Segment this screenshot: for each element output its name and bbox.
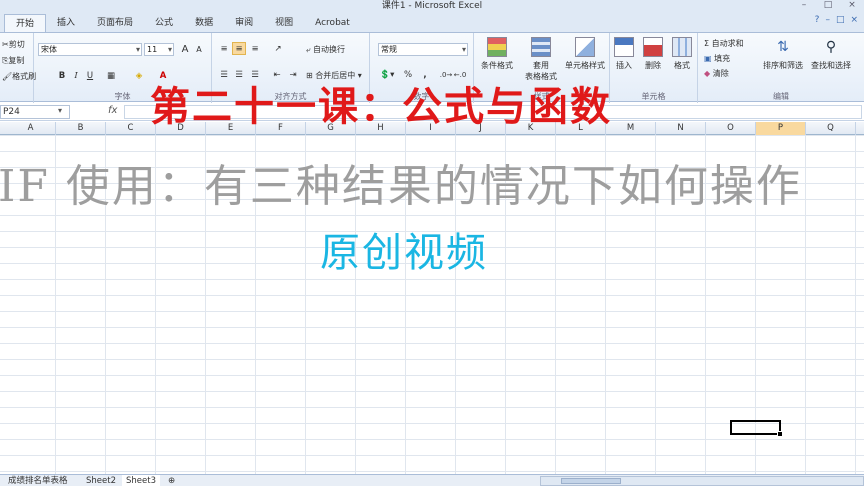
delete-cells-button[interactable]: 删除 (639, 37, 667, 95)
column-header-m[interactable]: M (606, 122, 656, 135)
overlay-tag: 原创视频 (320, 230, 488, 276)
minimize-button[interactable]: – (792, 0, 816, 12)
title-bar: 课件1 - Microsoft Excel – □ × (0, 0, 864, 12)
align-middle-icon[interactable]: ≡ (232, 42, 246, 55)
fill-down-icon: ▣ (704, 54, 712, 63)
column-header-c[interactable]: C (106, 122, 156, 135)
ribbon-minimize-button[interactable]: – (825, 15, 830, 25)
help-controls: ? – □ × (815, 15, 858, 25)
maximize-button[interactable]: □ (816, 0, 840, 12)
overlay-subtitle: IF 使用：有三种结果的情况下如何操作 (0, 161, 802, 212)
editing-group: Σ 自动求和 ▣ 填充 ◆ 清除 ⇅ 排序和筛选 ⚲ 查找和选择 编辑 (698, 33, 864, 103)
help-icon[interactable]: ? (815, 15, 820, 25)
table-icon (531, 37, 551, 57)
cells-group-label: 单元格 (641, 92, 666, 101)
insert-cells-icon (614, 37, 634, 57)
bold-button[interactable]: B (56, 69, 68, 82)
tab-page-layout[interactable]: 页面布局 (86, 14, 144, 32)
grid-line (855, 135, 856, 474)
insert-function-button[interactable]: fx (108, 105, 117, 116)
column-header-p[interactable]: P (756, 122, 806, 135)
sort-filter-button[interactable]: ⇅ 排序和筛选 (760, 37, 806, 95)
sort-filter-icon: ⇅ (777, 39, 789, 55)
ribbon-restore-button[interactable]: □ (836, 15, 845, 25)
fill-button[interactable]: ▣ 填充 (704, 53, 730, 64)
ribbon-close-button[interactable]: × (850, 15, 858, 25)
format-cells-icon (672, 37, 692, 57)
font-name-combo[interactable]: 宋体 (38, 43, 142, 56)
autosum-button[interactable]: Σ 自动求和 (704, 38, 744, 49)
column-header-n[interactable]: N (656, 122, 706, 135)
grow-font-button[interactable]: A (179, 42, 191, 56)
cells-group: 插入 删除 格式 单元格 (610, 33, 698, 103)
find-select-button[interactable]: ⚲ 查找和选择 (808, 37, 854, 95)
tab-acrobat[interactable]: Acrobat (304, 14, 361, 32)
borders-icon[interactable]: ▦ (104, 69, 118, 82)
column-header-a[interactable]: A (6, 122, 56, 135)
underline-button[interactable]: U (84, 69, 96, 82)
tab-review[interactable]: 审阅 (224, 14, 264, 32)
close-button[interactable]: × (840, 0, 864, 12)
sheet-tab-grades[interactable]: 成绩排名单表格 (4, 475, 72, 486)
cut-button[interactable]: ✂剪切 (2, 39, 25, 50)
clear-button[interactable]: ◆ 清除 (704, 68, 729, 79)
horizontal-scrollbar[interactable] (540, 476, 864, 486)
tab-formulas[interactable]: 公式 (144, 14, 184, 32)
cell-styles-icon (575, 37, 595, 57)
scissors-icon: ✂ (2, 40, 9, 49)
column-header-o[interactable]: O (706, 122, 756, 135)
grid-line (805, 135, 806, 474)
fill-color-icon[interactable]: ◈ (132, 69, 146, 82)
clipboard-group: ✂剪切 ⎘复制 🖌格式刷 (0, 33, 36, 103)
scrollbar-thumb[interactable] (561, 478, 621, 484)
excel-window: 课件1 - Microsoft Excel – □ × 开始 插入 页面布局 公… (0, 0, 864, 486)
align-top-icon[interactable]: ≡ (217, 42, 231, 55)
insert-sheet-icon[interactable]: ⊕ (164, 475, 179, 486)
binoculars-icon: ⚲ (825, 39, 837, 55)
format-cells-button[interactable]: 格式 (668, 37, 696, 95)
sheet-tab-bar: 成绩排名单表格 Sheet2 Sheet3 ⊕ (0, 474, 864, 486)
column-header-r[interactable]: R (856, 122, 864, 135)
delete-cells-icon (643, 37, 663, 57)
italic-button[interactable]: I (70, 69, 82, 82)
active-cell[interactable] (730, 420, 783, 437)
ribbon-tabs: 开始 插入 页面布局 公式 数据 审阅 视图 Acrobat ? – □ × (0, 12, 864, 32)
brush-icon: 🖌 (2, 72, 13, 81)
column-header-q[interactable]: Q (806, 122, 856, 135)
editing-group-label: 编辑 (773, 92, 789, 101)
orientation-icon[interactable]: ↗ (270, 42, 286, 55)
align-bottom-icon[interactable]: ≡ (248, 42, 262, 55)
wrap-text-button[interactable]: ⤶ 自动换行 (306, 44, 345, 55)
tab-view[interactable]: 视图 (264, 14, 304, 32)
conditional-format-icon (487, 37, 507, 57)
chevron-down-icon[interactable]: ▾ (58, 106, 62, 115)
tab-data[interactable]: 数据 (184, 14, 224, 32)
sheet-tab-sheet3[interactable]: Sheet3 (122, 475, 160, 486)
insert-cells-button[interactable]: 插入 (610, 37, 638, 95)
overlay-title: 第二十一课：公式与函数 (150, 83, 612, 130)
format-painter-button[interactable]: 🖌格式刷 (2, 71, 36, 82)
eraser-icon: ◆ (704, 69, 711, 78)
shrink-font-button[interactable]: A (193, 43, 205, 56)
window-controls: – □ × (792, 0, 864, 12)
copy-button[interactable]: ⎘复制 (2, 55, 24, 66)
column-header-b[interactable]: B (56, 122, 106, 135)
font-size-combo[interactable]: 11 (144, 43, 174, 56)
tab-home[interactable]: 开始 (4, 14, 47, 32)
sheet-tab-sheet2[interactable]: Sheet2 (82, 475, 120, 486)
wrap-icon: ⤶ (306, 45, 311, 54)
tab-insert[interactable]: 插入 (46, 14, 86, 32)
window-title: 课件1 - Microsoft Excel (381, 1, 483, 11)
number-format-combo[interactable]: 常规 (378, 43, 468, 56)
